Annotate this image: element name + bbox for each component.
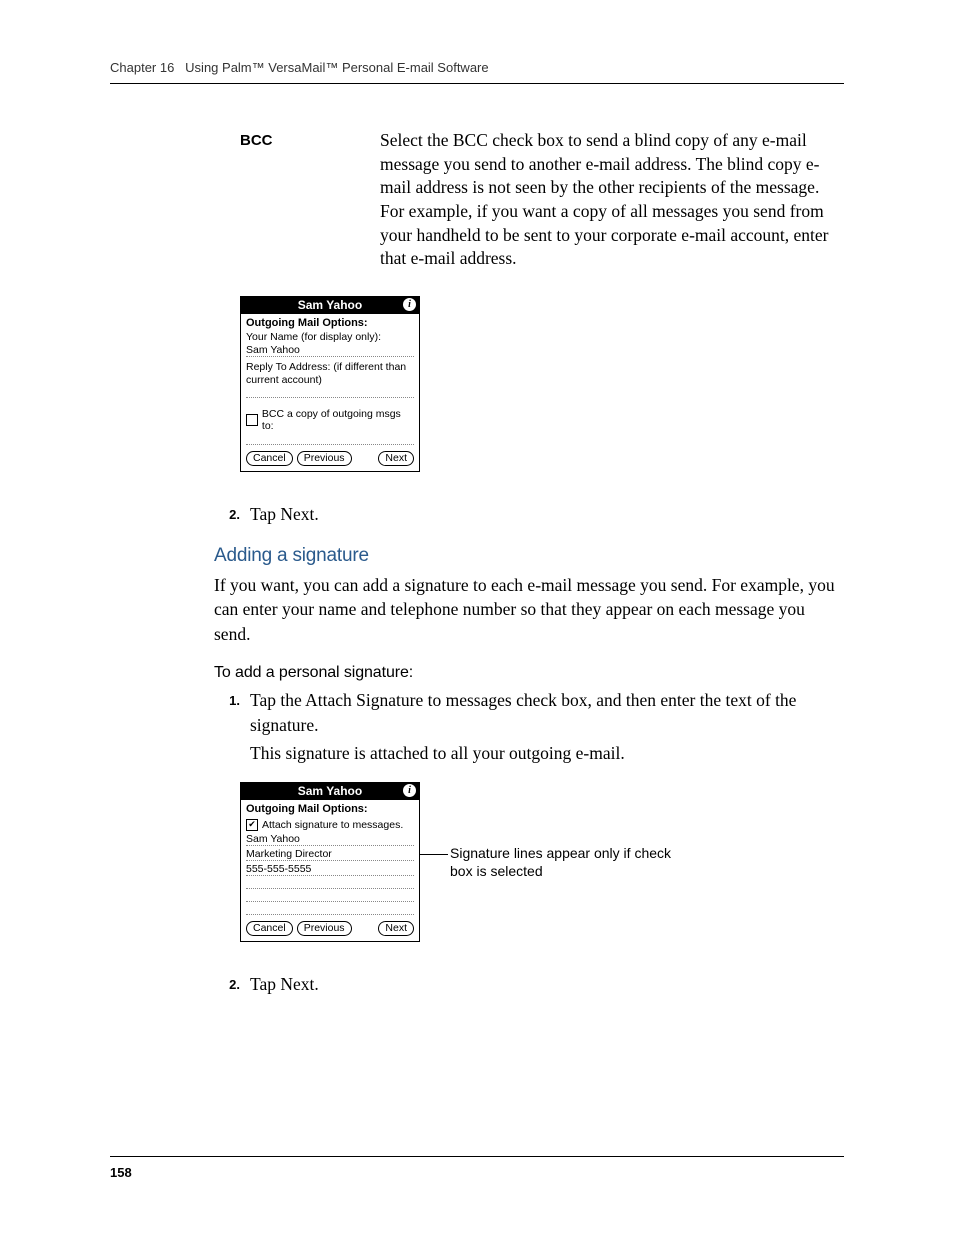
next-button[interactable]: Next [378,451,414,466]
reply-to-field[interactable] [246,387,414,398]
figure-row: Sam Yahoo i Outgoing Mail Options: ✔ Att… [240,782,844,942]
options-heading: Outgoing Mail Options: [246,803,414,815]
titlebar: Sam Yahoo i [241,297,419,314]
info-icon[interactable]: i [403,298,416,311]
your-name-field[interactable]: Sam Yahoo [246,344,414,357]
chapter-label: Chapter 16 [110,60,174,75]
definition-row: BCC Select the BCC check box to send a b… [240,129,844,271]
titlebar: Sam Yahoo i [241,783,419,800]
sig-line-6[interactable] [246,904,414,915]
button-row: Cancel Previous Next [246,451,414,466]
step-text: Tap Next. [250,502,844,527]
titlebar-text: Sam Yahoo [298,298,362,312]
attach-sig-label: Attach signature to messages. [262,819,403,831]
step-1-signature: 1. Tap the Attach Signature to messages … [210,688,844,737]
attach-sig-checkbox[interactable]: ✔ [246,819,258,831]
subheading-add-signature: To add a personal signature: [214,664,844,682]
your-name-label: Your Name (for display only): [246,331,414,344]
previous-button[interactable]: Previous [297,451,352,466]
step-number: 1. [210,688,250,737]
sig-line-5[interactable] [246,891,414,902]
button-row: Cancel Previous Next [246,921,414,936]
bcc-checkbox-row[interactable]: BCC a copy of outgoing msgs to: [246,408,414,432]
reply-to-label: Reply To Address: (if different than cur… [246,361,414,387]
next-button[interactable]: Next [378,921,414,936]
sig-line-4[interactable] [246,878,414,889]
definition-body: Select the BCC check box to send a blind… [380,129,844,271]
palm-screenshot-signature: Sam Yahoo i Outgoing Mail Options: ✔ Att… [240,782,420,942]
sig-line-3[interactable]: 555-555-5555 [246,863,414,876]
sig-line-1[interactable]: Sam Yahoo [246,833,414,846]
step-number: 2. [210,502,250,527]
section-heading-signature: Adding a signature [214,545,844,567]
page: Chapter 16 Using Palm™ VersaMail™ Person… [0,0,954,1235]
titlebar-text: Sam Yahoo [298,784,362,798]
attach-sig-checkbox-row[interactable]: ✔ Attach signature to messages. [246,819,414,831]
step-text: Tap the Attach Signature to messages che… [250,688,844,737]
step-2: 2. Tap Next. [210,502,844,527]
step-followup: This signature is attached to all your o… [250,741,844,766]
section-body: If you want, you can add a signature to … [214,573,844,647]
cancel-button[interactable]: Cancel [246,921,293,936]
palm-screenshot-bcc: Sam Yahoo i Outgoing Mail Options: Your … [240,296,420,472]
previous-button[interactable]: Previous [297,921,352,936]
step-text: Tap Next. [250,972,844,997]
step-2-signature: 2. Tap Next. [210,972,844,997]
running-header: Chapter 16 Using Palm™ VersaMail™ Person… [110,60,844,84]
bcc-address-field[interactable] [246,434,414,445]
definition-term: BCC [240,129,380,271]
step-number: 2. [210,972,250,997]
options-heading: Outgoing Mail Options: [246,317,414,329]
cancel-button[interactable]: Cancel [246,451,293,466]
page-number: 158 [110,1156,844,1180]
info-icon[interactable]: i [403,784,416,797]
chapter-title: Using Palm™ VersaMail™ Personal E-mail S… [185,60,488,75]
bcc-checkbox[interactable] [246,414,258,426]
callout-text: Signature lines appear only if check box… [450,844,680,880]
palm-body: Outgoing Mail Options: Your Name (for di… [241,314,419,471]
bcc-checkbox-label: BCC a copy of outgoing msgs to: [262,408,414,432]
sig-line-2[interactable]: Marketing Director [246,848,414,861]
palm-body: Outgoing Mail Options: ✔ Attach signatur… [241,800,419,941]
